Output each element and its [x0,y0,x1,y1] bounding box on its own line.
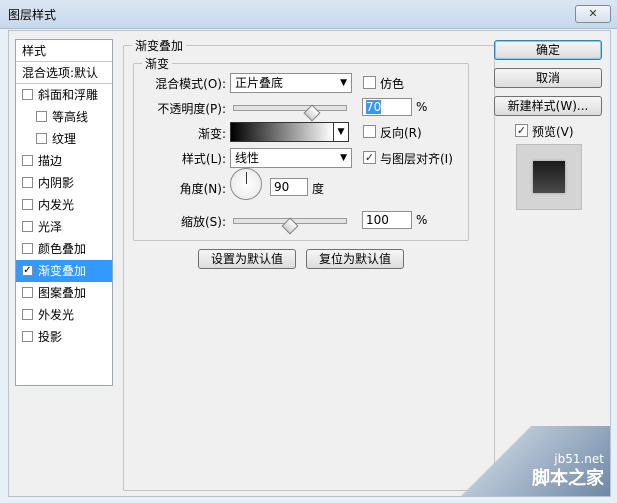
style-list-item[interactable]: 投影 [16,326,112,348]
preview-label: 预览(V) [532,125,574,139]
style-list-label: 投影 [38,330,63,344]
style-list-item[interactable]: 斜面和浮雕 [16,84,112,106]
set-default-button[interactable]: 设置为默认值 [198,249,296,269]
style-list-label: 内阴影 [38,176,75,190]
angle-input[interactable]: 90 [270,178,308,196]
scale-input[interactable]: 100 [362,211,412,229]
style-list-label: 图案叠加 [38,286,87,300]
angle-dial-hand [246,172,247,184]
style-list-item[interactable]: ✓ 渐变叠加 [16,260,112,282]
style-list-item[interactable]: 样式 [16,40,112,62]
angle-label: 角度(N): [179,182,226,196]
style-list-checkbox[interactable] [22,331,33,342]
style-list-label: 外发光 [38,308,75,322]
style-list-item[interactable]: 描边 [16,150,112,172]
chevron-down-icon: ▼ [340,78,347,88]
style-list-checkbox[interactable] [22,199,33,210]
dither-label: 仿色 [380,77,405,91]
style-list-checkbox[interactable] [22,287,33,298]
title-bar: 图层样式 ✕ [0,0,617,29]
style-list-item[interactable]: 等高线 [16,106,112,128]
style-list-label: 光泽 [38,220,63,234]
style-list-checkbox[interactable] [22,221,33,232]
opacity-input[interactable]: 70 [362,98,412,116]
style-list-item[interactable]: 纹理 [16,128,112,150]
style-list-item[interactable]: 内阴影 [16,172,112,194]
reverse-label: 反向(R) [380,126,422,140]
align-layer-checkbox[interactable]: ✓ [363,151,376,164]
style-list-label: 样式 [22,44,47,58]
style-list-checkbox[interactable] [36,111,47,122]
opacity-slider[interactable] [233,105,347,111]
align-layer-label: 与图层对齐(I) [380,152,453,166]
style-list-checkbox[interactable] [22,177,33,188]
style-list-label: 等高线 [52,110,89,124]
angle-dial[interactable] [230,168,262,200]
preview-thumbnail [516,144,582,210]
preview-swatch [533,161,565,193]
style-list-item[interactable]: 内发光 [16,194,112,216]
gradient-swatch[interactable] [230,122,334,142]
blend-mode-value: 正片叠底 [235,76,284,90]
style-list-label: 内发光 [38,198,75,212]
style-list-checkbox[interactable] [22,155,33,166]
angle-unit: 度 [312,182,325,196]
style-list-checkbox[interactable] [22,243,33,254]
gradient-label: 渐变: [197,127,226,141]
gradient-subgroup-title: 渐变 [142,55,173,72]
style-list-checkbox[interactable] [22,309,33,320]
blend-mode-label: 混合模式(O): [155,77,226,91]
opacity-label: 不透明度(P): [157,102,226,116]
style-list-item[interactable]: 颜色叠加 [16,238,112,260]
style-select[interactable]: 线性 ▼ [230,148,352,168]
ok-button[interactable]: 确定 [494,40,602,60]
preview-checkbox[interactable]: ✓ [515,124,528,137]
style-list-item[interactable]: 外发光 [16,304,112,326]
style-list-checkbox[interactable] [22,89,33,100]
close-button[interactable]: ✕ [575,5,611,23]
watermark: jb51.net 脚本之家 [430,426,610,496]
chevron-down-icon: ▼ [340,153,347,163]
style-list-label: 渐变叠加 [38,264,87,278]
scale-value: 100 [366,213,389,227]
opacity-value: 70 [366,100,382,114]
style-list-label: 纹理 [52,132,77,146]
style-list-checkbox[interactable] [36,133,47,144]
reverse-checkbox[interactable] [363,125,376,138]
gradient-overlay-group: 渐变叠加 渐变 混合模式(O): 正片叠底 ▼ 仿色 不透明度(P): 70 %… [123,37,495,491]
gradient-subgroup: 渐变 混合模式(O): 正片叠底 ▼ 仿色 不透明度(P): 70 % 渐变: … [133,55,469,241]
window-title: 图层样式 [8,8,57,22]
watermark-brand: 脚本之家 [532,468,604,489]
gradient-overlay-title: 渐变叠加 [132,37,187,54]
dither-checkbox[interactable] [363,76,376,89]
style-list-item[interactable]: 光泽 [16,216,112,238]
style-list-label: 斜面和浮雕 [38,88,99,102]
style-list-label: 描边 [38,154,63,168]
new-style-button[interactable]: 新建样式(W)... [494,96,602,116]
styles-list: 样式混合选项:默认斜面和浮雕等高线纹理描边内阴影内发光光泽颜色叠加 ✓ 渐变叠加图案… [15,39,113,386]
opacity-unit: % [416,100,428,114]
style-list-label: 混合选项:默认 [22,66,99,80]
scale-unit: % [416,213,428,227]
blend-mode-select[interactable]: 正片叠底 ▼ [230,73,352,93]
gradient-picker-arrow-icon[interactable]: ▼ [333,122,349,142]
style-value: 线性 [235,151,260,165]
scale-label: 缩放(S): [180,215,226,229]
reset-default-button[interactable]: 复位为默认值 [306,249,404,269]
style-list-item[interactable]: 混合选项:默认 [16,62,112,84]
style-list-checkbox[interactable]: ✓ [22,265,33,276]
style-label: 样式(L): [181,152,226,166]
dialog-body: 样式混合选项:默认斜面和浮雕等高线纹理描边内阴影内发光光泽颜色叠加 ✓ 渐变叠加图案… [8,30,611,497]
cancel-button[interactable]: 取消 [494,68,602,88]
angle-value: 90 [274,180,290,194]
style-list-label: 颜色叠加 [38,242,87,256]
style-list-item[interactable]: 图案叠加 [16,282,112,304]
